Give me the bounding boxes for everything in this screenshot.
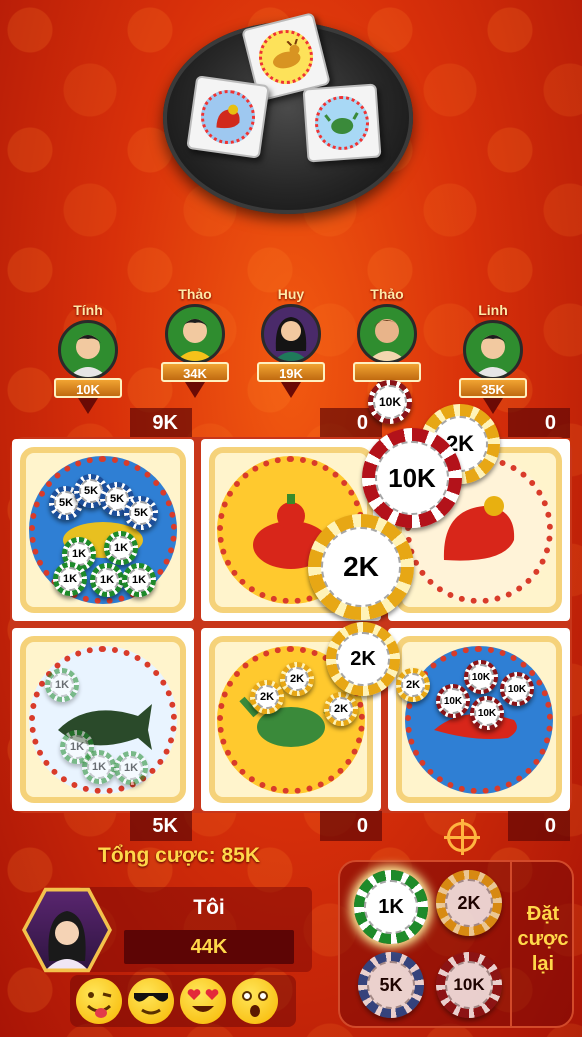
deer-icon	[253, 24, 319, 90]
crab-icon	[313, 94, 371, 152]
chip-2k: 2K	[250, 680, 284, 714]
chip-1k: 1K	[90, 563, 124, 597]
player-seat-5[interactable]: Linh 35K	[453, 302, 533, 414]
chip-1k: 1K	[104, 531, 138, 565]
rebet-label-3: lại	[531, 953, 555, 975]
player-pin	[483, 398, 503, 414]
player-avatar	[165, 304, 225, 364]
player-name: Thảo	[178, 286, 212, 302]
rebet-button[interactable]: Đặt cược lại	[514, 902, 572, 977]
chip-10k: 10K	[464, 660, 498, 694]
bet-total-cell-1: 9K	[130, 408, 192, 438]
chip-selector: 1K 2K 5K 10K Đặt cược lại	[338, 860, 574, 1028]
player-seat-2[interactable]: Thảo 34K	[155, 286, 235, 398]
player-avatar	[357, 304, 417, 364]
player-avatar	[58, 320, 118, 380]
select-chip-1k-button[interactable]: 1K	[354, 870, 428, 944]
select-chip-5k-button[interactable]: 5K	[358, 952, 424, 1018]
player-seat-1[interactable]: Tính 10K	[48, 302, 128, 414]
my-balance: 44K	[124, 930, 294, 964]
chip-2k-flying: 2K	[308, 514, 414, 620]
bet-cell-fish[interactable]	[12, 628, 194, 811]
player-avatar	[261, 304, 321, 364]
heart-eyes-emoji-icon[interactable]	[180, 978, 226, 1024]
bet-total-cell-3: 0	[508, 408, 570, 438]
chip-2k: 2K	[280, 662, 314, 696]
player-balance: 34K	[161, 362, 229, 382]
selector-divider	[510, 862, 512, 1026]
chip-10k-flying: 10K	[362, 428, 462, 528]
surprised-emoji-icon[interactable]	[232, 978, 278, 1024]
player-pin	[281, 382, 301, 398]
player-balance	[353, 362, 421, 382]
chip-2k: 2K	[324, 692, 358, 726]
rooster-icon	[197, 86, 259, 148]
player-name: Thảo	[370, 286, 404, 302]
bet-total-cell-5: 0	[320, 811, 382, 841]
chip-2k: 2K	[396, 668, 430, 702]
player-seat-3[interactable]: Huy 19K	[251, 286, 331, 398]
player-pin	[185, 382, 205, 398]
select-chip-2k-button[interactable]: 2K	[436, 870, 502, 936]
chip-5k: 5K	[124, 496, 158, 530]
select-chip-10k-button[interactable]: 10K	[436, 952, 502, 1018]
bet-total-cell-4: 5K	[130, 811, 192, 841]
chip-10k: 10K	[436, 684, 470, 718]
chip-10k: 10K	[500, 672, 534, 706]
player-pin	[78, 398, 98, 414]
chip-1k: 1K	[114, 751, 148, 785]
target-icon[interactable]	[444, 819, 480, 855]
player-name: Tính	[73, 302, 103, 318]
chip-2k-flying: 2K	[326, 622, 400, 696]
player-name: Huy	[277, 286, 305, 302]
player-name: Linh	[478, 302, 508, 318]
chip-1k: 1K	[122, 563, 156, 597]
chip-1k: 1K	[53, 562, 87, 596]
total-bet-label: Tổng cược: 85K	[98, 844, 260, 867]
rebet-label-2: cược	[517, 928, 569, 950]
player-avatar	[463, 320, 523, 380]
bet-total-cell-6: 0	[508, 811, 570, 841]
chip-10k-flying: 10K	[368, 380, 412, 424]
player-balance: 19K	[257, 362, 325, 382]
dice-plate	[163, 12, 413, 214]
chip-1k: 1K	[82, 750, 116, 784]
my-name: Tôi	[193, 896, 225, 919]
die-crab	[302, 83, 382, 163]
player-balance: 10K	[54, 378, 122, 398]
chip-10k: 10K	[470, 696, 504, 730]
sunglasses-emoji-icon[interactable]	[128, 978, 174, 1024]
avatar	[26, 891, 108, 969]
player-balance: 35K	[459, 378, 527, 398]
emoji-bar	[70, 975, 296, 1027]
tongue-emoji-icon[interactable]	[76, 978, 122, 1024]
chip-1k: 1K	[45, 668, 79, 702]
rebet-label-1: Đặt	[526, 903, 560, 925]
die-rooster	[186, 75, 270, 159]
